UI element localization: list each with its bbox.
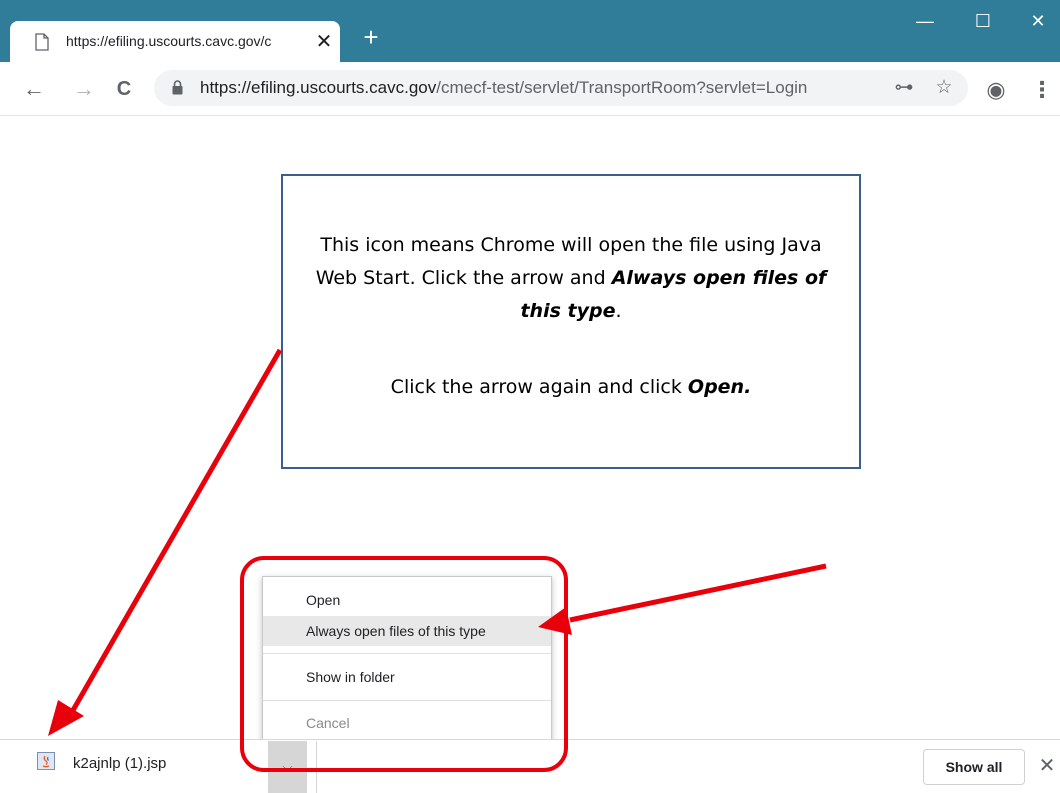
tab-close-icon[interactable]: ✕	[314, 32, 334, 52]
callout-period: .	[615, 300, 622, 322]
close-window-button[interactable]: ✕	[1018, 6, 1058, 36]
callout-paragraph-2: Click the arrow again and click Open.	[303, 371, 839, 404]
star-icon[interactable]: ☆	[932, 76, 956, 100]
instruction-callout: This icon means Chrome will open the fil…	[281, 174, 861, 469]
tab-title: https://efiling.uscourts.cavc.gov/c	[66, 33, 272, 49]
show-all-button[interactable]: Show all	[923, 749, 1025, 785]
callout-paragraph-1: This icon means Chrome will open the fil…	[303, 229, 839, 328]
menu-item-open[interactable]: Open	[263, 585, 551, 615]
menu-item-cancel[interactable]: Cancel	[263, 708, 551, 738]
browser-tab[interactable]: https://efiling.uscourts.cavc.gov/c ✕	[10, 21, 340, 63]
url-text[interactable]: https://efiling.uscourts.cavc.gov/cmecf-…	[200, 78, 807, 98]
menu-icon[interactable]: ⋮	[1028, 76, 1056, 104]
arrow-to-menu-item	[569, 563, 827, 623]
minimize-button[interactable]: —	[905, 6, 945, 36]
new-tab-button[interactable]: +	[356, 22, 386, 52]
download-context-menu: Open Always open files of this type Show…	[262, 576, 552, 743]
download-options-arrow[interactable]: ⌵	[268, 741, 307, 793]
download-file-name[interactable]: k2ajnlp (1).jsp	[73, 755, 166, 772]
back-button[interactable]: ←	[20, 75, 48, 103]
forward-button[interactable]: →	[70, 75, 98, 103]
shelf-divider	[316, 741, 317, 793]
lock-icon	[172, 80, 183, 95]
address-bar[interactable]: https://efiling.uscourts.cavc.gov/cmecf-…	[154, 70, 968, 106]
browser-toolbar: ← → C https://efiling.uscourts.cavc.gov/…	[0, 62, 1060, 116]
url-path: /cmecf-test/servlet/TransportRoom?servle…	[436, 78, 808, 97]
maximize-button[interactable]: ☐	[963, 6, 1003, 36]
url-host: https://efiling.uscourts.cavc.gov	[200, 78, 437, 97]
java-file-icon[interactable]	[37, 752, 55, 770]
arrow-to-download-icon	[69, 348, 283, 714]
callout-bold-2: Open.	[687, 376, 752, 398]
menu-item-show-in-folder[interactable]: Show in folder	[263, 662, 551, 692]
arrow-head-to-download-icon	[48, 700, 84, 736]
browser-titlebar: https://efiling.uscourts.cavc.gov/c ✕ + …	[0, 0, 1060, 63]
key-icon[interactable]: ⊶	[892, 76, 916, 100]
download-shelf: k2ajnlp (1).jsp ⌵ Show all ✕	[0, 739, 1060, 793]
menu-divider	[263, 700, 551, 701]
menu-item-always-open[interactable]: Always open files of this type	[263, 616, 551, 646]
callout-text-2: Click the arrow again and click	[390, 376, 688, 398]
page-icon	[35, 33, 49, 51]
menu-divider	[263, 653, 551, 654]
account-icon[interactable]: ◉	[982, 76, 1010, 104]
reload-button[interactable]: C	[110, 75, 138, 103]
close-shelf-icon[interactable]: ✕	[1036, 752, 1058, 780]
